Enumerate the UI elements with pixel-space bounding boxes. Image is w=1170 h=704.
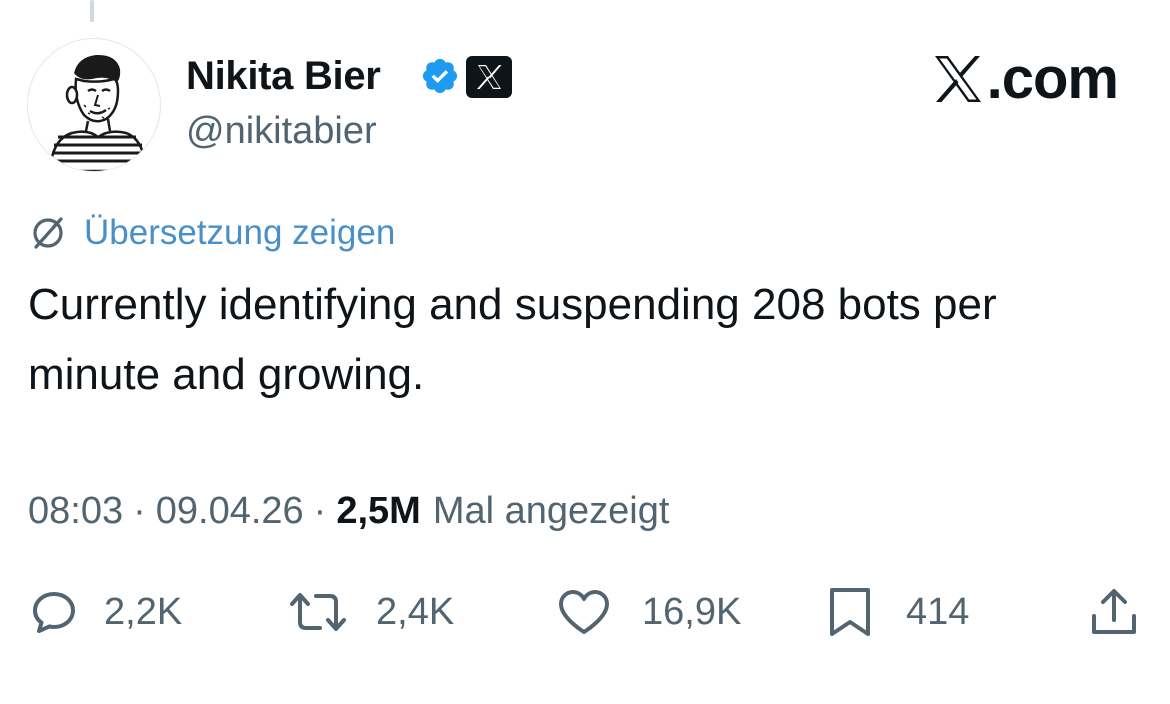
meta-separator: · (133, 489, 146, 532)
reply-button[interactable]: 2,2K (30, 584, 182, 640)
tweet-meta: 08:03 · 09.04.26 · 2,5M Mal angezeigt (28, 486, 669, 536)
reply-icon (33, 592, 75, 633)
thread-connector-line (90, 0, 94, 22)
reply-count: 2,2K (104, 591, 183, 633)
x-logo-icon (934, 56, 981, 102)
globe-translate-icon (33, 217, 63, 249)
tweet-time[interactable]: 08:03 (28, 490, 123, 533)
avatar[interactable] (27, 38, 161, 172)
show-translation-link[interactable]: Übersetzung zeigen (28, 210, 395, 256)
like-count: 16,9K (642, 591, 742, 633)
x-logo-icon (477, 65, 502, 89)
author-display-name[interactable]: Nikita Bier (186, 52, 381, 100)
repost-button[interactable]: 2,4K (286, 584, 454, 640)
repost-icon (290, 593, 346, 631)
brand-mark: .com (931, 46, 1119, 112)
views-label: Mal angezeigt (432, 489, 670, 532)
brand-domain-text: .com (986, 46, 1119, 111)
author-handle[interactable]: @nikitabier (186, 108, 377, 154)
bookmark-button[interactable]: 414 (826, 584, 969, 640)
share-button[interactable] (1088, 586, 1140, 638)
affiliation-x-logo-icon[interactable] (466, 56, 512, 98)
meta-separator: · (313, 489, 327, 532)
heart-icon (559, 590, 609, 634)
tweet-date[interactable]: 09.04.26 (156, 490, 304, 533)
translate-label[interactable]: Übersetzung zeigen (84, 210, 395, 256)
repost-count: 2,4K (376, 591, 455, 633)
verified-badge-icon (422, 58, 458, 94)
like-button[interactable]: 16,9K (556, 584, 741, 640)
share-icon (1092, 589, 1136, 634)
tweet-text: Currently identifying and suspending 208… (28, 280, 997, 399)
avatar-illustration (48, 54, 148, 171)
bookmark-icon (830, 588, 870, 636)
bookmark-count: 414 (906, 591, 970, 633)
views-count[interactable]: 2,5M (336, 490, 420, 533)
